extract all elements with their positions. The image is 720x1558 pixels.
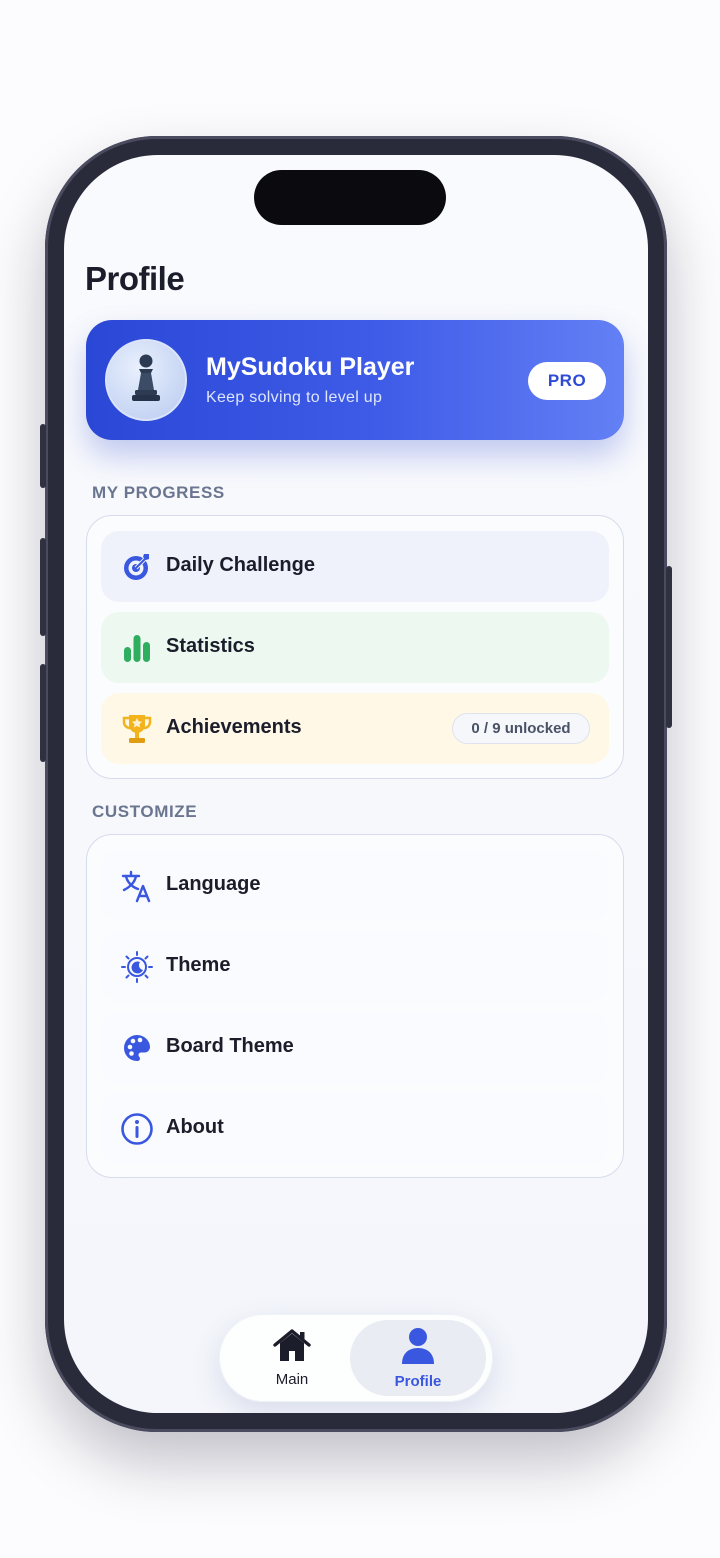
chess-pawn-icon — [129, 353, 163, 408]
row-board-theme[interactable]: Board Theme — [101, 1012, 609, 1083]
translate-icon — [119, 868, 155, 904]
tab-profile-label: Profile — [394, 1372, 442, 1390]
section-label-customize: CUSTOMIZE — [92, 802, 198, 821]
profile-subtitle: Keep solving to level up — [206, 389, 383, 406]
user-icon — [400, 1327, 436, 1370]
row-about[interactable]: About — [101, 1093, 609, 1164]
row-label: Board Theme — [166, 1035, 294, 1057]
bar-chart-icon — [119, 630, 155, 666]
row-label: Statistics — [166, 635, 255, 657]
row-label: About — [166, 1116, 224, 1138]
row-label: Achievements — [166, 716, 302, 738]
row-label: Daily Challenge — [166, 554, 315, 576]
bottom-tab-bar: Main Profile — [219, 1314, 493, 1402]
row-label: Theme — [166, 954, 231, 976]
screen: Profile MySudoku Player Keep solving to … — [64, 155, 648, 1413]
theme-moon-sun-icon — [119, 949, 155, 985]
row-language[interactable]: Language — [101, 850, 609, 921]
tab-main[interactable]: Main — [227, 1320, 357, 1396]
tab-main-label: Main — [275, 1370, 309, 1388]
phone-frame: Profile MySudoku Player Keep solving to … — [40, 136, 672, 1432]
progress-group: Daily Challenge Statistics Achievements … — [86, 515, 624, 779]
volume-down-button — [40, 664, 46, 762]
mute-switch — [40, 424, 46, 488]
section-label-progress: MY PROGRESS — [92, 483, 225, 502]
info-icon — [119, 1111, 155, 1147]
customize-group: Language Theme Board Theme About — [86, 834, 624, 1178]
row-statistics[interactable]: Statistics — [101, 612, 609, 683]
dynamic-island — [254, 170, 446, 225]
achievements-count-badge: 0 / 9 unlocked — [452, 713, 590, 744]
row-daily-challenge[interactable]: Daily Challenge — [101, 531, 609, 602]
home-icon — [273, 1328, 311, 1368]
target-icon — [119, 549, 155, 585]
page-title: Profile — [85, 260, 185, 297]
palette-icon — [119, 1030, 155, 1066]
row-theme[interactable]: Theme — [101, 931, 609, 1002]
power-button — [666, 566, 672, 728]
row-achievements[interactable]: Achievements 0 / 9 unlocked — [101, 693, 609, 764]
profile-card[interactable]: MySudoku Player Keep solving to level up… — [86, 320, 624, 440]
pro-badge[interactable]: PRO — [528, 362, 606, 400]
avatar — [105, 339, 187, 421]
trophy-icon — [119, 711, 155, 747]
tab-profile[interactable]: Profile — [350, 1320, 486, 1396]
volume-up-button — [40, 538, 46, 636]
row-label: Language — [166, 873, 261, 895]
profile-name: MySudoku Player — [206, 353, 415, 381]
